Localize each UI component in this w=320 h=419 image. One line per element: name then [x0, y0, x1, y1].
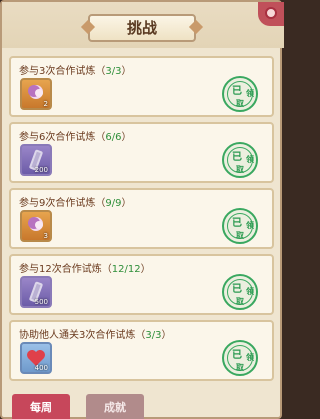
reward-quantity: 500	[34, 298, 48, 306]
reward-quantity: 400	[34, 364, 48, 372]
task-label: 参与3次合作试炼	[19, 66, 96, 77]
task-label: 参与9次合作试炼	[19, 198, 96, 209]
panel-title: 挑战	[88, 14, 196, 42]
task-title: 参与3次合作试炼（3/3）	[19, 66, 132, 77]
task-label: 参与6次合作试炼	[19, 132, 96, 143]
task-title: 参与6次合作试炼（6/6）	[19, 132, 132, 143]
tab-bar: 每周 成就	[2, 394, 284, 419]
task-item: 协助他人通关3次合作试炼（3/3） 400 已领取	[9, 320, 274, 381]
task-label: 参与12次合作试炼	[19, 264, 102, 275]
task-progress: 3/3	[145, 330, 162, 341]
task-item: 参与6次合作试炼（6/6） 200 已领取	[9, 122, 274, 183]
tab-achievements[interactable]: 成就	[86, 394, 144, 419]
claimed-stamp: 已领取	[222, 208, 258, 244]
task-progress: 6/6	[105, 132, 122, 143]
reward-item[interactable]: 400	[20, 342, 52, 374]
claimed-stamp: 已领取	[222, 340, 258, 376]
reward-item[interactable]: 200	[20, 144, 52, 176]
task-title: 协助他人通关3次合作试炼（3/3）	[19, 330, 172, 341]
reward-quantity: 3	[43, 232, 48, 240]
task-item: 参与3次合作试炼（3/3） 2 已领取	[9, 56, 274, 117]
claimed-stamp: 已领取	[222, 76, 258, 112]
flower-ornament-icon	[258, 2, 284, 26]
task-title: 参与9次合作试炼（9/9）	[19, 198, 132, 209]
task-item: 参与9次合作试炼（9/9） 3 已领取	[9, 188, 274, 249]
task-progress: 3/3	[105, 66, 122, 77]
task-title: 参与12次合作试炼（12/12）	[19, 264, 151, 275]
task-item: 参与12次合作试炼（12/12） 500 已领取	[9, 254, 274, 315]
tab-weekly[interactable]: 每周	[12, 394, 70, 419]
task-label: 协助他人通关3次合作试炼	[19, 330, 136, 341]
challenge-panel: 挑战 参与3次合作试炼（3/3） 2 已领取 参与6次合作试炼（6/6） 200…	[0, 0, 284, 419]
reward-item[interactable]: 500	[20, 276, 52, 308]
panel-header: 挑战	[2, 2, 284, 48]
reward-item[interactable]: 3	[20, 210, 52, 242]
claimed-stamp: 已领取	[222, 142, 258, 178]
task-progress: 9/9	[105, 198, 122, 209]
reward-quantity: 2	[43, 100, 48, 108]
reward-item[interactable]: 2	[20, 78, 52, 110]
claimed-stamp: 已领取	[222, 274, 258, 310]
task-progress: 12/12	[111, 264, 141, 275]
reward-quantity: 200	[34, 166, 48, 174]
